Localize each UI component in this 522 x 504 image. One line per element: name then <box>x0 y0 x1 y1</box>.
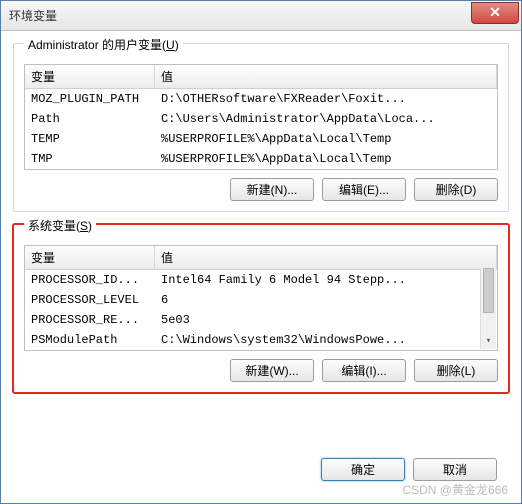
env-vars-dialog: 环境变量 ✕ Administrator 的用户变量(U) 变量 值 MOZ_P… <box>0 0 522 504</box>
col-header-value[interactable]: 值 <box>155 246 497 269</box>
table-row[interactable]: PSModulePath C:\Windows\system32\Windows… <box>25 330 480 350</box>
titlebar: 环境变量 ✕ <box>1 1 521 31</box>
system-new-button[interactable]: 新建(W)... <box>230 359 314 382</box>
col-header-value[interactable]: 值 <box>155 65 497 88</box>
col-header-variable[interactable]: 变量 <box>25 246 155 269</box>
table-row[interactable]: PROCESSOR_ID... Intel64 Family 6 Model 9… <box>25 270 480 290</box>
table-row[interactable]: MOZ_PLUGIN_PATH D:\OTHERsoftware\FXReade… <box>25 89 497 109</box>
list-header: 变量 值 <box>25 246 497 270</box>
user-vars-list[interactable]: 变量 值 MOZ_PLUGIN_PATH D:\OTHERsoftware\FX… <box>24 64 498 170</box>
user-vars-legend: Administrator 的用户变量(U) <box>24 36 183 53</box>
dialog-footer: 确定 取消 <box>13 448 509 493</box>
system-vars-list[interactable]: 变量 值 PROCESSOR_ID... Intel64 Family 6 Mo… <box>24 245 498 351</box>
col-header-variable[interactable]: 变量 <box>25 65 155 88</box>
table-row[interactable]: PROCESSOR_LEVEL 6 <box>25 290 480 310</box>
list-body: MOZ_PLUGIN_PATH D:\OTHERsoftware\FXReade… <box>25 89 497 169</box>
dialog-content: Administrator 的用户变量(U) 变量 值 MOZ_PLUGIN_P… <box>1 31 521 503</box>
window-title: 环境变量 <box>9 7 57 24</box>
user-new-button[interactable]: 新建(N)... <box>230 178 314 201</box>
table-row[interactable]: PROCESSOR_RE... 5e03 <box>25 310 480 330</box>
ok-button[interactable]: 确定 <box>321 458 405 481</box>
system-vars-legend: 系统变量(S) <box>24 217 96 234</box>
system-vars-buttons: 新建(W)... 编辑(I)... 删除(L) <box>24 359 498 382</box>
user-delete-button[interactable]: 删除(D) <box>414 178 498 201</box>
table-row[interactable]: TMP %USERPROFILE%\AppData\Local\Temp <box>25 149 497 169</box>
user-vars-buttons: 新建(N)... 编辑(E)... 删除(D) <box>24 178 498 201</box>
close-button[interactable]: ✕ <box>471 2 519 24</box>
table-row[interactable]: Path C:\Users\Administrator\AppData\Loca… <box>25 109 497 129</box>
table-row[interactable]: TEMP %USERPROFILE%\AppData\Local\Temp <box>25 129 497 149</box>
system-vars-group: 系统变量(S) 变量 值 PROCESSOR_ID... Intel64 Fam… <box>13 224 509 393</box>
cancel-button[interactable]: 取消 <box>413 458 497 481</box>
chevron-down-icon[interactable]: ▾ <box>481 333 496 349</box>
list-header: 变量 值 <box>25 65 497 89</box>
user-vars-group: Administrator 的用户变量(U) 变量 值 MOZ_PLUGIN_P… <box>13 43 509 212</box>
close-icon: ✕ <box>489 4 501 21</box>
system-edit-button[interactable]: 编辑(I)... <box>322 359 406 382</box>
scrollbar[interactable]: ▾ <box>480 268 496 349</box>
user-edit-button[interactable]: 编辑(E)... <box>322 178 406 201</box>
system-delete-button[interactable]: 删除(L) <box>414 359 498 382</box>
list-body: PROCESSOR_ID... Intel64 Family 6 Model 9… <box>25 270 480 350</box>
scroll-thumb[interactable] <box>483 268 494 313</box>
